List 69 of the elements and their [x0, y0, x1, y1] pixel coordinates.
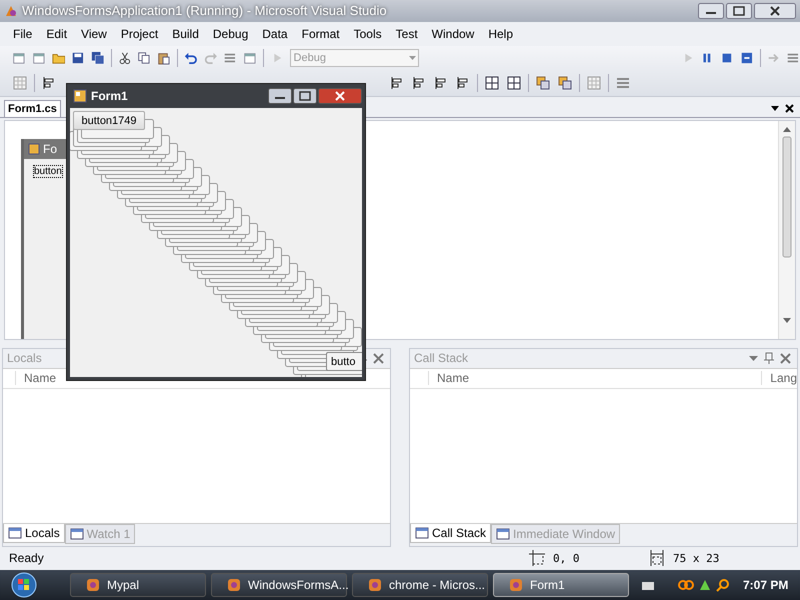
menu-item[interactable]: Help — [481, 24, 520, 43]
menu-item[interactable]: Build — [165, 24, 206, 43]
form-button[interactable]: butto — [326, 352, 362, 371]
vertical-scrollbar[interactable] — [782, 124, 792, 325]
position-icon — [529, 550, 545, 566]
dropdown-caret-icon[interactable] — [771, 106, 779, 111]
size-icon — [649, 550, 665, 566]
status-text: Ready — [9, 551, 45, 566]
menu-item[interactable]: Tools — [346, 24, 389, 43]
minimize-button[interactable] — [698, 2, 724, 19]
save-all-icon[interactable] — [91, 50, 105, 66]
document-tab[interactable]: Form1.cs — [4, 100, 61, 117]
distribute-icon[interactable] — [506, 75, 522, 92]
window-icon — [70, 526, 84, 541]
panel-tab[interactable]: Call Stack — [410, 524, 492, 543]
keyboard-icon[interactable] — [642, 580, 654, 590]
panel-tab[interactable]: Locals — [3, 524, 65, 543]
maximize-button[interactable] — [293, 88, 317, 104]
dropdown-caret-icon — [409, 56, 416, 60]
menu-item[interactable]: Test — [388, 24, 425, 43]
column-header[interactable]: Lang — [761, 371, 797, 386]
taskbar-button[interactable]: Form1 — [493, 573, 629, 598]
search-icon[interactable] — [716, 578, 730, 592]
form-button[interactable]: button1749 — [73, 111, 145, 130]
taskbar-button[interactable]: WindowsFormsA... — [211, 573, 347, 598]
dropdown-value: Debug — [294, 52, 326, 64]
undo-icon[interactable] — [184, 50, 198, 66]
close-button[interactable] — [318, 88, 362, 104]
taskbar-button[interactable]: Mypal — [70, 573, 206, 598]
form-icon — [28, 142, 40, 155]
tray-app-icon[interactable] — [678, 578, 694, 592]
menu-item[interactable]: View — [74, 24, 114, 43]
app-icon — [226, 577, 242, 594]
window-icon — [8, 526, 22, 540]
column-header[interactable]: Name — [15, 371, 56, 386]
panel-title: Call Stack — [414, 351, 470, 366]
distribute-icon[interactable] — [484, 75, 500, 92]
clock: 7:07 PM — [743, 578, 788, 592]
close-icon[interactable] — [785, 104, 794, 113]
menu-item[interactable]: Data — [255, 24, 295, 43]
menu-item[interactable]: Format — [294, 24, 347, 43]
maximize-button[interactable] — [726, 2, 752, 19]
app-icon — [4, 4, 18, 18]
menu-item[interactable]: Project — [114, 24, 166, 43]
designer-form-title: Fo — [43, 142, 58, 156]
taskbar-button[interactable]: chrome - Micros... — [352, 573, 488, 598]
menu-item[interactable]: Edit — [39, 24, 74, 43]
layers-icon[interactable] — [535, 75, 551, 92]
menu-item[interactable]: Debug — [206, 24, 256, 43]
form-title: Form1 — [91, 89, 129, 103]
cut-icon[interactable] — [118, 50, 132, 66]
window-title: WindowsFormsApplication1 (Running) - Microsoft Visual Studio — [22, 3, 388, 18]
copy-icon[interactable] — [137, 50, 152, 66]
minimize-button[interactable] — [268, 88, 292, 104]
menu-item[interactable]: Window — [424, 24, 482, 43]
window-icon — [496, 526, 510, 541]
window-icon — [415, 526, 429, 540]
app-icon — [367, 577, 383, 594]
pin-icon[interactable] — [764, 352, 774, 364]
layers-icon[interactable] — [557, 75, 573, 92]
close-button[interactable] — [754, 2, 796, 19]
column-header[interactable]: Name — [428, 371, 470, 386]
form-icon — [73, 89, 87, 103]
menu-item[interactable]: File — [6, 24, 40, 43]
selection-size: 75 x 23 — [673, 552, 720, 565]
app-icon — [508, 577, 524, 594]
app-icon — [85, 577, 101, 594]
cursor-position: 0, 0 — [553, 552, 580, 565]
network-icon[interactable] — [698, 578, 712, 592]
